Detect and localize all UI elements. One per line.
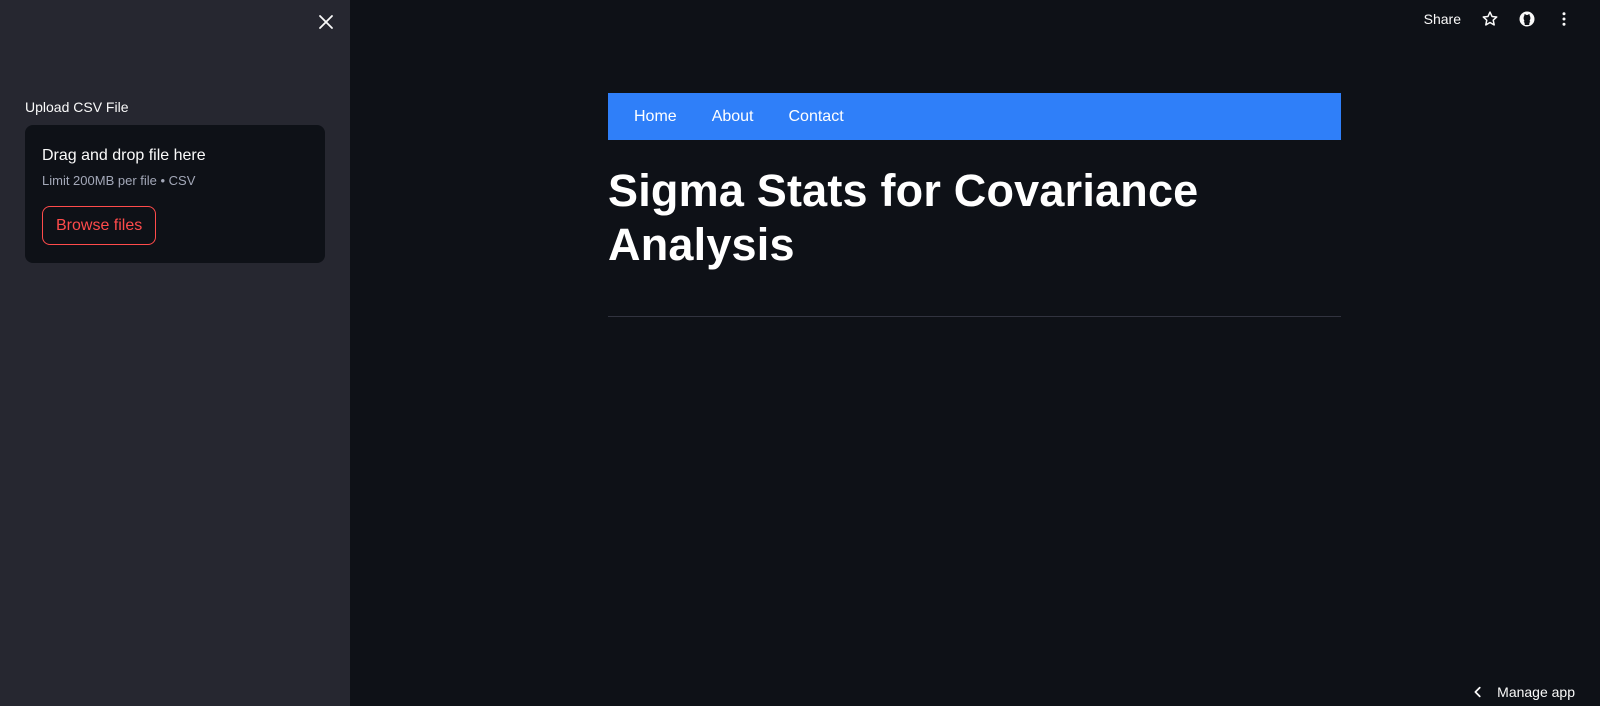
share-button[interactable]: Share: [1414, 11, 1471, 27]
uploader-label: Upload CSV File: [25, 99, 129, 115]
page-title: Sigma Stats for Covariance Analysis: [608, 165, 1199, 270]
file-dropzone[interactable]: Drag and drop file here Limit 200MB per …: [25, 125, 325, 263]
chevron-left-icon: [1474, 686, 1481, 698]
dropzone-limit-text: Limit 200MB per file • CSV: [42, 173, 196, 188]
star-icon: [1482, 11, 1497, 26]
browse-files-button[interactable]: Browse files: [42, 206, 157, 245]
top-navbar: Home About Contact: [608, 93, 1341, 140]
favorite-button[interactable]: [1471, 5, 1508, 33]
more-vertical-icon: [1562, 12, 1565, 26]
content-divider: [608, 316, 1341, 317]
github-button[interactable]: [1508, 5, 1545, 33]
nav-link-home[interactable]: Home: [634, 108, 677, 126]
sidebar: Upload CSV File Drag and drop file here …: [0, 0, 350, 706]
close-icon: [319, 15, 333, 29]
manage-app-button[interactable]: Manage app: [1471, 684, 1575, 700]
main-menu-button[interactable]: [1545, 5, 1582, 33]
manage-app-label: Manage app: [1497, 684, 1575, 700]
nav-link-contact[interactable]: Contact: [789, 108, 844, 126]
github-icon: [1519, 11, 1534, 27]
main-area: Share Home About Contact Sigma Stats for…: [350, 0, 1600, 706]
nav-link-about[interactable]: About: [712, 108, 754, 126]
close-sidebar-button[interactable]: [312, 8, 340, 36]
top-toolbar: Share: [1414, 0, 1600, 38]
page-content: Home About Contact Sigma Stats for Covar…: [608, 93, 1341, 325]
app-root: Upload CSV File Drag and drop file here …: [0, 0, 1600, 706]
dropzone-title: Drag and drop file here: [42, 147, 206, 164]
